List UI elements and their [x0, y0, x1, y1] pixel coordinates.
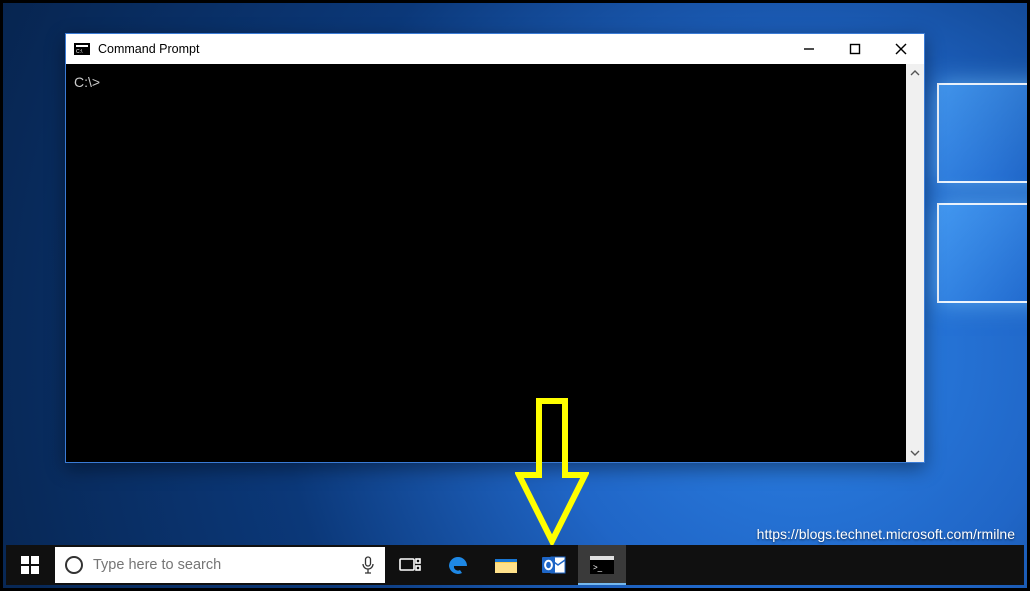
terminal-output[interactable]: C:\>: [66, 64, 906, 462]
cortana-circle-icon: [65, 556, 83, 574]
start-button[interactable]: [6, 545, 54, 585]
cmd-icon: [74, 43, 90, 55]
attribution-text: https://blogs.technet.microsoft.com/rmil…: [757, 526, 1015, 542]
windows-logo-icon: [21, 556, 39, 574]
task-view-button[interactable]: [386, 545, 434, 585]
task-view-icon: [399, 556, 421, 574]
svg-text:>_: >_: [593, 563, 603, 572]
command-prompt-window: Command Prompt C:\>: [65, 33, 925, 463]
folder-icon: [494, 555, 518, 575]
taskbar-item-outlook[interactable]: [530, 545, 578, 585]
taskbar-item-file-explorer[interactable]: [482, 545, 530, 585]
taskbar-item-command-prompt[interactable]: >_: [578, 545, 626, 585]
desktop-screenshot: Command Prompt C:\>: [0, 0, 1030, 591]
taskbar-search[interactable]: [55, 547, 385, 583]
outlook-icon: [542, 554, 566, 576]
window-title: Command Prompt: [98, 42, 199, 56]
search-input[interactable]: [93, 557, 361, 573]
window-titlebar[interactable]: Command Prompt: [66, 34, 924, 64]
scroll-up-button[interactable]: [906, 64, 924, 82]
scroll-down-button[interactable]: [906, 444, 924, 462]
terminal-prompt: C:\>: [74, 74, 100, 90]
maximize-button[interactable]: [832, 34, 878, 64]
cmd-taskbar-icon: >_: [590, 556, 614, 574]
minimize-button[interactable]: [786, 34, 832, 64]
microphone-icon[interactable]: [361, 556, 375, 574]
vertical-scrollbar[interactable]: [906, 64, 924, 462]
taskbar-item-edge[interactable]: [434, 545, 482, 585]
taskbar: >_: [6, 545, 1024, 585]
edge-icon: [446, 553, 470, 577]
window-client-area: C:\>: [66, 64, 924, 462]
close-button[interactable]: [878, 34, 924, 64]
